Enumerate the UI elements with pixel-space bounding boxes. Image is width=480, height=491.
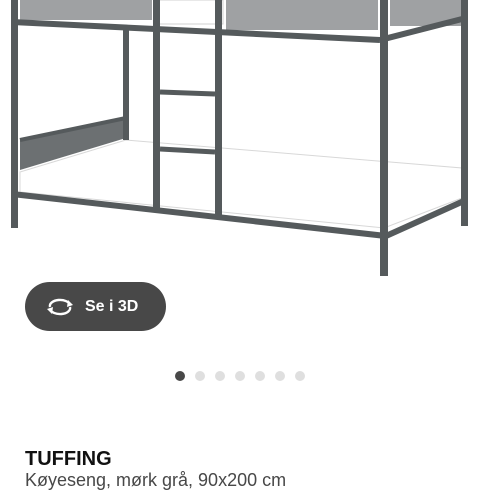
carousel-dots <box>175 371 305 381</box>
carousel-dot[interactable] <box>235 371 245 381</box>
carousel-dot[interactable] <box>255 371 265 381</box>
carousel-dot[interactable] <box>175 371 185 381</box>
carousel-dot[interactable] <box>215 371 225 381</box>
product-description: Køyeseng, mørk grå, 90x200 cm <box>25 470 287 490</box>
view-3d-label: Se i 3D <box>85 297 139 315</box>
carousel-dot[interactable] <box>275 371 285 381</box>
carousel-dot[interactable] <box>295 371 305 381</box>
rotate-360-icon <box>46 297 74 317</box>
product-name: TUFFING <box>25 448 112 470</box>
product-image[interactable] <box>0 0 480 285</box>
view-3d-button[interactable]: Se i 3D <box>25 282 166 331</box>
carousel-dot[interactable] <box>195 371 205 381</box>
bunk-bed-illustration <box>11 0 468 276</box>
